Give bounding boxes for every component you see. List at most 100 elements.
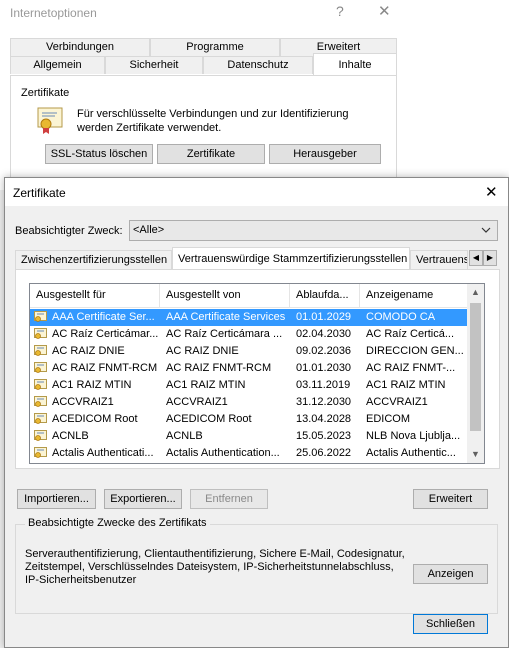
cell-friendly-name: COMODO CA <box>366 311 436 323</box>
cell-expiry: 01.01.2029 <box>296 311 352 323</box>
purpose-label: Beabsichtigter Zweck: <box>15 225 123 237</box>
close-icon[interactable]: ✕ <box>485 183 498 201</box>
tab-programme[interactable]: Programme <box>150 38 280 56</box>
table-row[interactable]: AAA Certificate Ser... AAA Certificate S… <box>30 309 467 326</box>
table-row[interactable]: ACCVRAIZ1 ACCVRAIZ1 31.12.2030 ACCVRAIZ1 <box>30 394 467 411</box>
tab-trusted-root[interactable]: Vertrauenswürdige Stammzertifizierungsst… <box>172 247 410 270</box>
content-panel: Zertifikate Für verschlüsselte Verbindun… <box>10 75 397 190</box>
certificate-icon <box>35 104 67 136</box>
tab-scroll-left-icon[interactable]: ◀ <box>469 250 483 266</box>
internet-options-window: Internetoptionen ? ✕ Verbindungen Progra… <box>0 0 509 190</box>
cell-issued-to: ACNLB <box>52 430 89 442</box>
table-row[interactable]: AC RAIZ FNMT-RCM AC RAIZ FNMT-RCM 01.01.… <box>30 360 467 377</box>
tab-trusted-publishers[interactable]: Vertrauens <box>410 250 468 269</box>
table-row[interactable]: AC1 RAIZ MTIN AC1 RAIZ MTIN 03.11.2019 A… <box>30 377 467 394</box>
certificate-icon <box>34 430 48 442</box>
tab-intermediate[interactable]: Zwischenzertifizierungsstellen <box>15 250 172 269</box>
table-row[interactable]: ACNLB ACNLB 15.05.2023 NLB Nova Ljublja.… <box>30 428 467 445</box>
cell-issued-by: Actalis Authentication... <box>166 447 280 459</box>
vertical-scrollbar[interactable]: ▲ ▼ <box>467 284 484 463</box>
cell-friendly-name: AC RAIZ FNMT-... <box>366 362 456 374</box>
table-row[interactable]: ACEDICOM Root ACEDICOM Root 13.04.2028 E… <box>30 411 467 428</box>
cell-friendly-name: DIRECCION GEN... <box>366 345 464 357</box>
cell-issued-to: AC Raíz Certicámar... <box>52 328 158 340</box>
cell-issued-by: ACNLB <box>166 430 203 442</box>
table-row[interactable]: AC Raíz Certicámar... AC Raíz Certicámar… <box>30 326 467 343</box>
close-button[interactable]: Schließen <box>413 614 488 634</box>
scroll-up-icon[interactable]: ▲ <box>467 284 484 301</box>
tab-allgemein[interactable]: Allgemein <box>10 56 105 74</box>
dialog-titlebar: Zertifikate ✕ <box>5 178 508 206</box>
remove-button[interactable]: Entfernen <box>190 489 268 509</box>
window-title: Internetoptionen <box>10 6 97 20</box>
help-icon[interactable]: ? <box>336 3 344 19</box>
certificate-icon <box>34 396 48 408</box>
ssl-clear-button[interactable]: SSL-Status löschen <box>45 144 153 164</box>
cell-expiry: 15.05.2023 <box>296 430 352 442</box>
view-button[interactable]: Anzeigen <box>413 564 488 584</box>
column-friendly-name[interactable]: Anzeigename <box>360 284 467 307</box>
certificate-icon <box>34 328 48 340</box>
section-description: Für verschlüsselte Verbindungen und zur … <box>77 108 349 134</box>
certificate-icon <box>34 447 48 459</box>
chevron-down-icon <box>481 221 491 247</box>
cell-expiry: 13.04.2028 <box>296 413 352 425</box>
column-issued-to[interactable]: Ausgestellt für <box>30 284 160 307</box>
certificates-button[interactable]: Zertifikate <box>157 144 265 164</box>
certificate-icon <box>34 345 48 357</box>
scroll-down-icon[interactable]: ▼ <box>467 446 484 463</box>
tab-scroll-right-icon[interactable]: ▶ <box>483 250 497 266</box>
certificate-icon <box>34 311 48 323</box>
cell-issued-to: AC RAIZ DNIE <box>52 345 125 357</box>
section-title: Zertifikate <box>21 87 70 99</box>
advanced-button[interactable]: Erweitert <box>413 489 488 509</box>
cell-issued-by: AC RAIZ FNMT-RCM <box>166 362 272 374</box>
tab-datenschutz[interactable]: Datenschutz <box>203 56 313 74</box>
certificate-list[interactable]: Ausgestellt für Ausgestellt von Ablaufda… <box>29 283 485 464</box>
cell-issued-by: AC Raíz Certicámara ... <box>166 328 283 340</box>
cell-expiry: 31.12.2030 <box>296 396 352 408</box>
cell-issued-to: AC RAIZ FNMT-RCM <box>52 362 158 374</box>
cell-expiry: 02.04.2030 <box>296 328 352 340</box>
tab-verbindungen[interactable]: Verbindungen <box>10 38 150 56</box>
cell-issued-to: Actalis Authenticati... <box>52 447 154 459</box>
column-expiry[interactable]: Ablaufda... <box>290 284 360 307</box>
list-rows: AAA Certificate Ser... AAA Certificate S… <box>30 309 467 462</box>
cell-issued-by: ACCVRAIZ1 <box>166 396 228 408</box>
certificate-icon <box>34 362 48 374</box>
import-button[interactable]: Importieren... <box>17 489 96 509</box>
certificate-icon <box>34 413 48 425</box>
export-button[interactable]: Exportieren... <box>104 489 182 509</box>
cell-friendly-name: Actalis Authentic... <box>366 447 456 459</box>
purposes-title: Beabsichtigte Zwecke des Zertifikats <box>25 517 210 529</box>
cell-friendly-name: EDICOM <box>366 413 410 425</box>
table-row[interactable]: Actalis Authenticati... Actalis Authenti… <box>30 445 467 462</box>
certificate-icon <box>34 379 48 391</box>
column-issued-by[interactable]: Ausgestellt von <box>160 284 290 307</box>
cell-issued-by: ACEDICOM Root <box>166 413 252 425</box>
cell-friendly-name: AC Raíz Certicá... <box>366 328 455 340</box>
cell-expiry: 01.01.2030 <box>296 362 352 374</box>
cell-expiry: 03.11.2019 <box>296 379 351 391</box>
tab-sicherheit[interactable]: Sicherheit <box>105 56 203 74</box>
cell-friendly-name: ACCVRAIZ1 <box>366 396 428 408</box>
cell-issued-to: AC1 RAIZ MTIN <box>52 379 132 391</box>
purposes-text: Serverauthentifizierung, Clientauthentif… <box>25 548 405 586</box>
cell-issued-by: AC1 RAIZ MTIN <box>166 379 246 391</box>
cell-issued-to: ACCVRAIZ1 <box>52 396 114 408</box>
publisher-button[interactable]: Herausgeber <box>269 144 381 164</box>
cell-issued-to: AAA Certificate Ser... <box>52 311 155 323</box>
cell-issued-by: AC RAIZ DNIE <box>166 345 239 357</box>
purpose-dropdown[interactable]: <Alle> <box>129 220 498 241</box>
cell-issued-to: ACEDICOM Root <box>52 413 138 425</box>
certificates-dialog: Zertifikate ✕ Beabsichtigter Zweck: <All… <box>4 177 509 648</box>
list-header: Ausgestellt für Ausgestellt von Ablaufda… <box>30 284 467 308</box>
tab-inhalte[interactable]: Inhalte <box>313 53 397 76</box>
cell-expiry: 25.06.2022 <box>296 447 352 459</box>
table-row[interactable]: AC RAIZ DNIE AC RAIZ DNIE 09.02.2036 DIR… <box>30 343 467 360</box>
scrollbar-thumb[interactable] <box>470 303 481 431</box>
cell-friendly-name: NLB Nova Ljublja... <box>366 430 461 442</box>
close-icon[interactable]: ✕ <box>378 2 391 20</box>
dialog-title: Zertifikate <box>13 186 66 200</box>
cell-issued-by: AAA Certificate Services <box>166 311 286 323</box>
